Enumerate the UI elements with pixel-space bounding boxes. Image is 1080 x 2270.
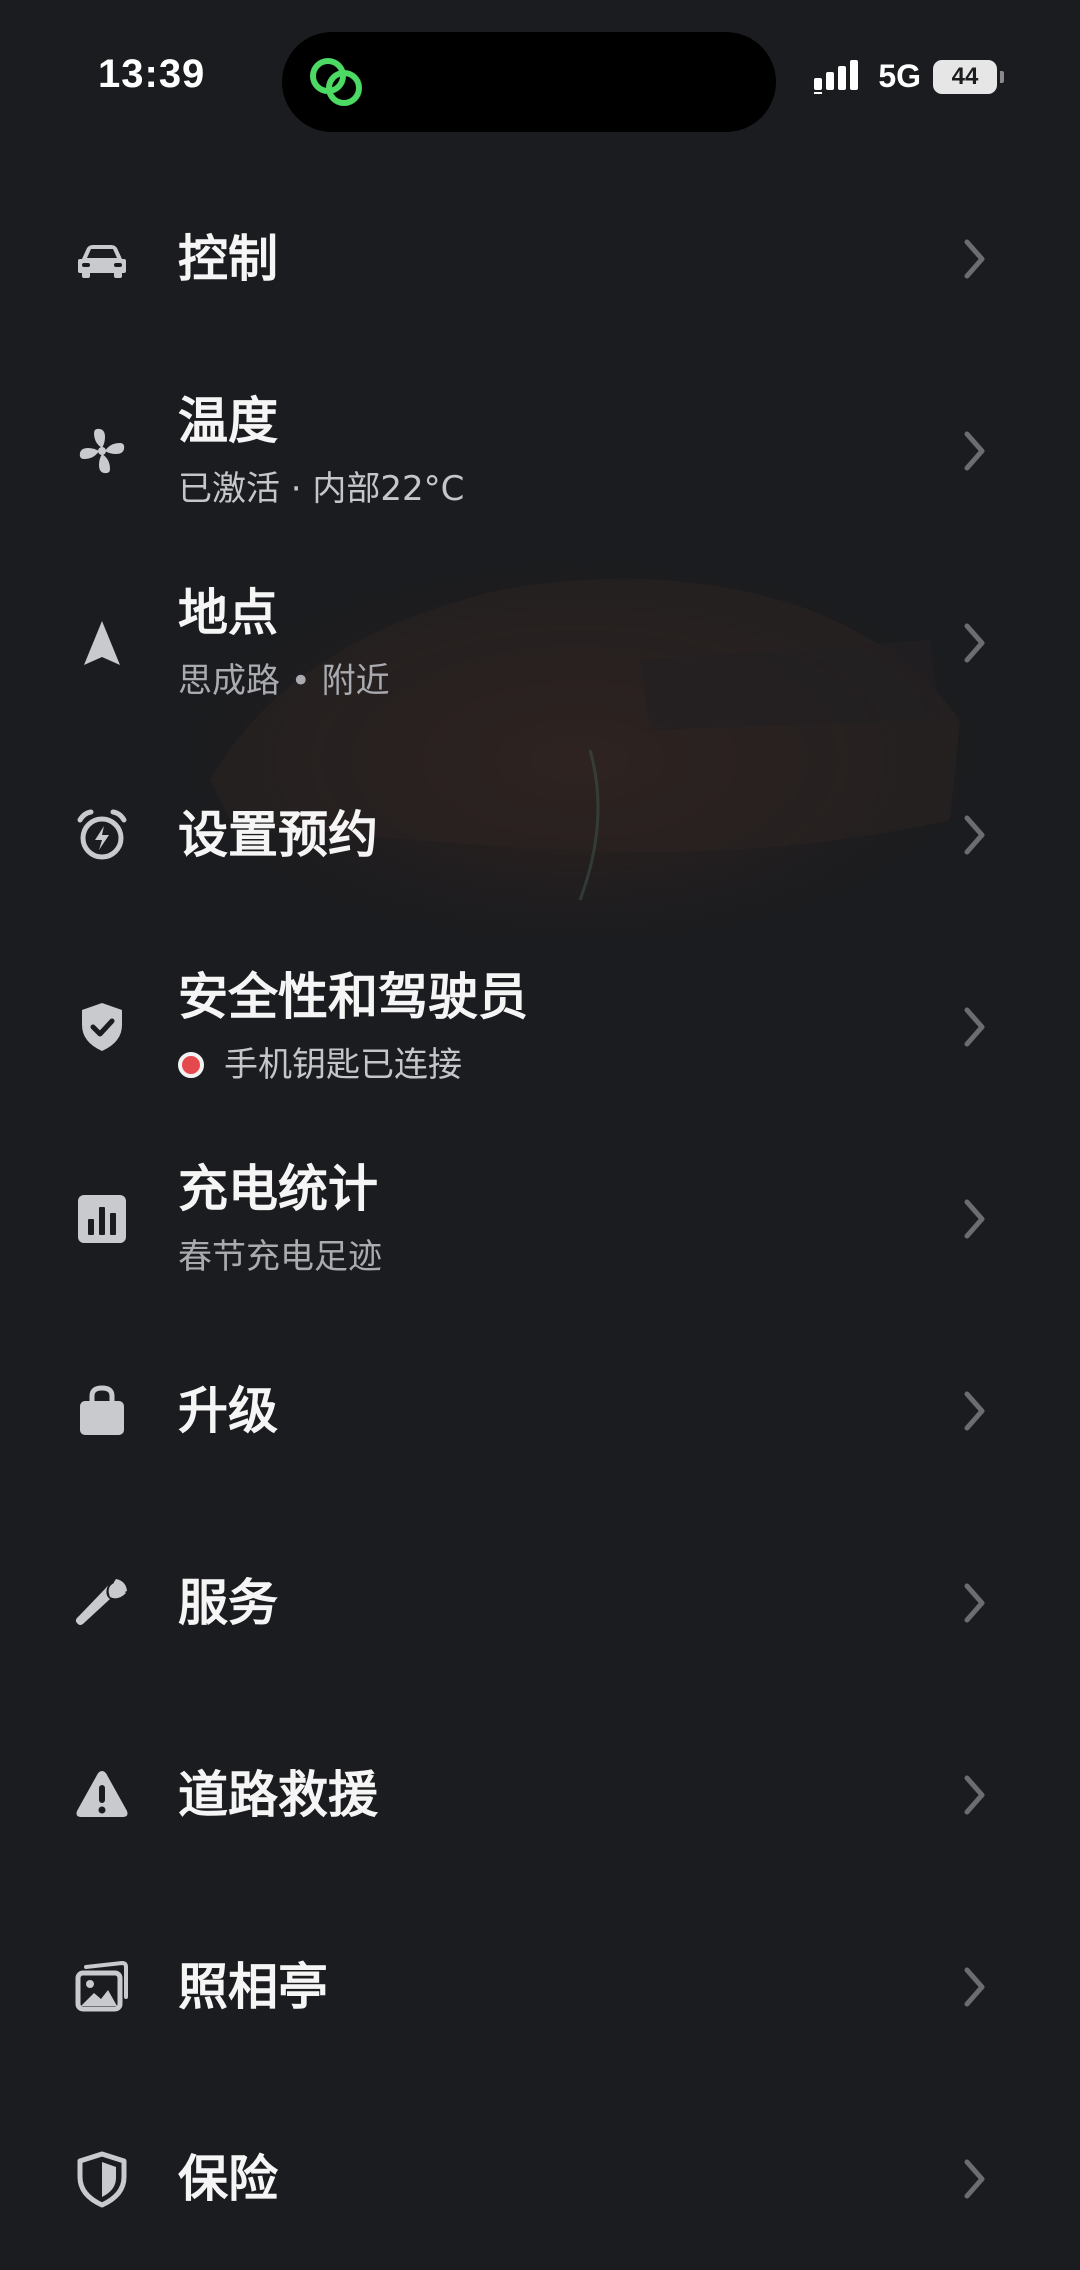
menu-item-label: 控制 [178,230,278,288]
menu-item-security[interactable]: 安全性和驾驶员 手机钥匙已连接 [0,931,1080,1123]
signal-bars-icon [814,59,859,94]
menu-item-label: 照相亭 [178,1958,328,2016]
menu-item-subtitle: 已激活 · 内部22°C [178,469,465,509]
green-link-icon [310,58,362,106]
status-dot-icon [178,1052,204,1078]
menu-item-subtitle: 思成路 • 附近 [178,661,390,701]
shield-check-icon [72,997,132,1057]
chevron-right-icon [964,2159,985,2199]
menu-item-label: 安全性和驾驶员 [178,968,528,1026]
status-time: 13:39 [98,52,206,96]
bar-chart-icon [72,1189,132,1249]
menu-item-service[interactable]: 服务 [0,1507,1080,1699]
chevron-right-icon [964,623,985,663]
battery-indicator: 44 [933,59,997,94]
menu-item-label: 温度 [178,392,278,450]
menu-item-schedule[interactable]: 设置预约 [0,739,1080,931]
menu-item-charging-stats[interactable]: 充电统计 春节充电足迹 [0,1123,1080,1315]
menu-item-subtitle-row: 手机钥匙已连接 [178,1042,528,1088]
menu-item-label: 地点 [178,584,278,642]
menu-item-controls[interactable]: 控制 [0,163,1080,355]
navigation-arrow-icon [72,613,132,673]
menu-item-climate[interactable]: 温度 已激活 · 内部22°C [0,355,1080,547]
alarm-bolt-icon [72,805,132,865]
menu-item-subtitle: 手机钥匙已连接 [224,1045,462,1085]
chevron-right-icon [964,431,985,471]
menu-item-label: 充电统计 [178,1160,378,1218]
menu-item-label: 设置预约 [178,806,378,864]
dynamic-island[interactable] [282,32,776,132]
menu-item-location[interactable]: 地点 思成路 • 附近 [0,547,1080,739]
battery-level: 44 [951,62,979,90]
chevron-right-icon [964,1007,985,1047]
status-bar: 13:39 5G 44 [0,0,1080,140]
wrench-icon [72,1573,132,1633]
chevron-right-icon [964,1583,985,1623]
menu-item-label: 保险 [178,2150,278,2208]
shopping-bag-icon [72,1381,132,1441]
chevron-right-icon [964,1775,985,1815]
menu-item-label: 道路救援 [178,1766,378,1824]
chevron-right-icon [964,239,985,279]
battery-tip [1000,70,1004,83]
menu-list: 控制 温度 已激活 · 内部22°C 地点 思成路 • 附近 设置预约 安全性和… [0,163,1080,2270]
photo-booth-icon [72,1957,132,2017]
menu-item-roadside-assistance[interactable]: 道路救援 [0,1699,1080,1891]
car-icon [72,229,132,289]
status-indicators: 5G 44 [814,58,1004,95]
chevron-right-icon [964,1199,985,1239]
network-label: 5G [878,58,921,94]
insurance-shield-icon [72,2149,132,2209]
chevron-right-icon [964,1391,985,1431]
menu-item-subtitle: 春节充电足迹 [178,1237,382,1277]
menu-item-insurance[interactable]: 保险 [0,2083,1080,2270]
warning-triangle-icon [72,1765,132,1825]
menu-item-label: 服务 [178,1574,278,1632]
menu-item-upgrades[interactable]: 升级 [0,1315,1080,1507]
vehicle-menu-screen: 13:39 5G 44 控制 温度 已激活 · 内部22°C 地点 思成路 • … [0,0,1080,2270]
fan-icon [72,421,132,481]
menu-item-label: 升级 [178,1382,278,1440]
chevron-right-icon [964,1967,985,2007]
menu-item-photo-booth[interactable]: 照相亭 [0,1891,1080,2083]
chevron-right-icon [964,815,985,855]
